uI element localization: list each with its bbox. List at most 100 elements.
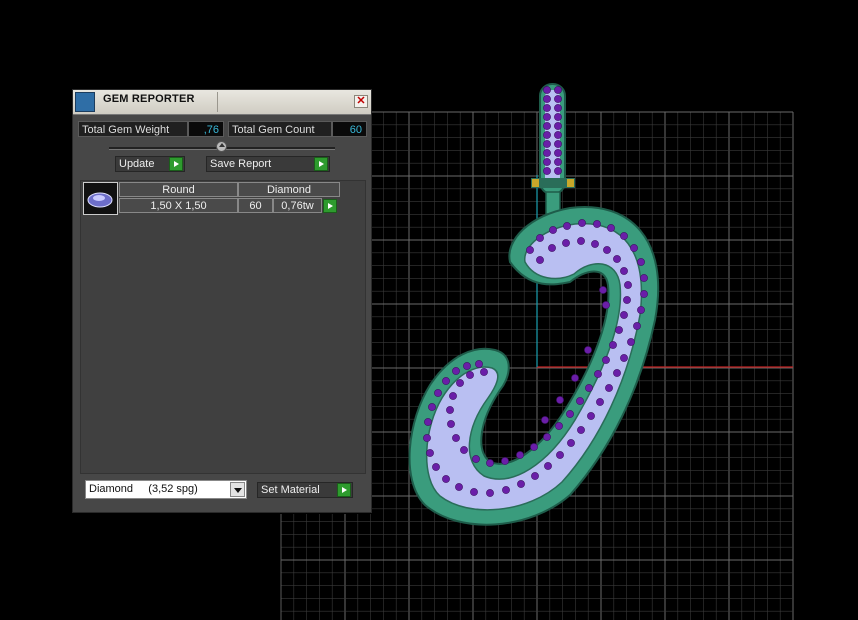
gem-stone [599,286,607,294]
gem-stone [571,374,579,382]
gem-stone [620,354,628,362]
gem-stone [442,475,450,483]
gem-stone [620,311,628,319]
gem-stone [463,362,471,370]
update-button-label: Update [119,158,155,170]
total-gem-count-label: Total Gem Count [228,121,332,137]
gem-stone [602,356,610,364]
gem-stone [452,434,460,442]
gem-stone [567,439,575,447]
total-gem-count-value: 60 [332,121,367,137]
gem-stone [566,410,574,418]
gem-stone [554,167,562,175]
gem-reporter-panel: GEM REPORTER ✕ Total Gem Weight ,76 Tota… [72,89,372,513]
gem-stone [486,489,494,497]
gem-stone [543,95,551,103]
gem-stone [584,346,592,354]
gem-stone [432,463,440,471]
gem-stone [554,122,562,130]
gem-shape-cell: Round [119,182,238,197]
gem-stone [577,426,585,434]
gem-stone [541,416,549,424]
gem-stone [554,131,562,139]
gem-list [80,180,366,474]
gem-stone [486,459,494,467]
play-icon [169,157,183,171]
gem-stone [452,367,460,375]
gem-stone [460,446,468,454]
chevron-down-icon[interactable] [230,482,245,497]
gem-stone [594,370,602,378]
gem-stone [563,222,571,230]
gem-stone [576,397,584,405]
gem-stone [591,240,599,248]
gem-stone [640,274,648,282]
gem-stone [607,224,615,232]
gem-stone [609,341,617,349]
round-gem-thumbnail-icon[interactable] [83,182,118,215]
gem-stone [549,226,557,234]
set-material-button[interactable]: Set Material [257,482,353,498]
gem-stone [536,256,544,264]
gem-stone [530,443,538,451]
gem-stone [613,369,621,377]
gem-stone [633,322,641,330]
material-select[interactable]: Diamond (3,52 spg) [85,480,247,499]
gem-stone [543,113,551,121]
gem-stone [554,113,562,121]
gem-stone [470,488,478,496]
gem-stone [605,384,613,392]
gem-stone [501,457,509,465]
title-separator [217,92,218,112]
gem-stone [637,258,645,266]
gem-stone [548,244,556,252]
gem-stone [543,104,551,112]
gem-row-play-icon[interactable] [323,199,337,213]
gem-stone [424,418,432,426]
close-icon[interactable]: ✕ [354,95,368,108]
gem-stone [516,451,524,459]
gem-size-cell: 1,50 X 1,50 [119,198,238,213]
gem-stone [577,237,585,245]
play-icon [337,483,351,497]
gem-stone [434,389,442,397]
gem-stone [630,244,638,252]
gem-stone [475,360,483,368]
gem-stone [543,122,551,130]
gem-stone [554,104,562,112]
panel-titlebar[interactable]: GEM REPORTER ✕ [73,90,371,115]
gem-stone [554,158,562,166]
gem-stone [446,406,454,414]
gem-stone [543,131,551,139]
gem-weight-cell: 0,76tw [273,198,322,213]
gem-stone [562,239,570,247]
gem-material-cell: Diamond [238,182,340,197]
gem-stone [472,455,480,463]
gem-stone [555,422,563,430]
gem-stone [543,140,551,148]
collapse-arrow-icon[interactable] [216,141,227,152]
update-button[interactable]: Update [115,156,185,172]
material-select-value: Diamond (3,52 spg) [89,483,198,495]
gem-stone [517,480,525,488]
gem-stone [456,379,464,387]
play-icon [314,157,328,171]
gem-stone [455,483,463,491]
gem-stone [623,296,631,304]
gem-stone [543,149,551,157]
panel-title: GEM REPORTER [103,93,195,105]
gem-stone [587,412,595,420]
total-gem-weight-label: Total Gem Weight [78,121,188,137]
gem-stone [620,232,628,240]
gem-count-cell: 60 [238,198,273,213]
gem-stone [428,403,436,411]
gem-stone [543,158,551,166]
gem-stone [578,219,586,227]
gem-stone [543,433,551,441]
save-report-button[interactable]: Save Report [206,156,330,172]
gem-stone [627,338,635,346]
gem-stone [423,434,431,442]
gem-stone [442,377,450,385]
gem-stone [466,371,474,379]
gem-stone [615,326,623,334]
